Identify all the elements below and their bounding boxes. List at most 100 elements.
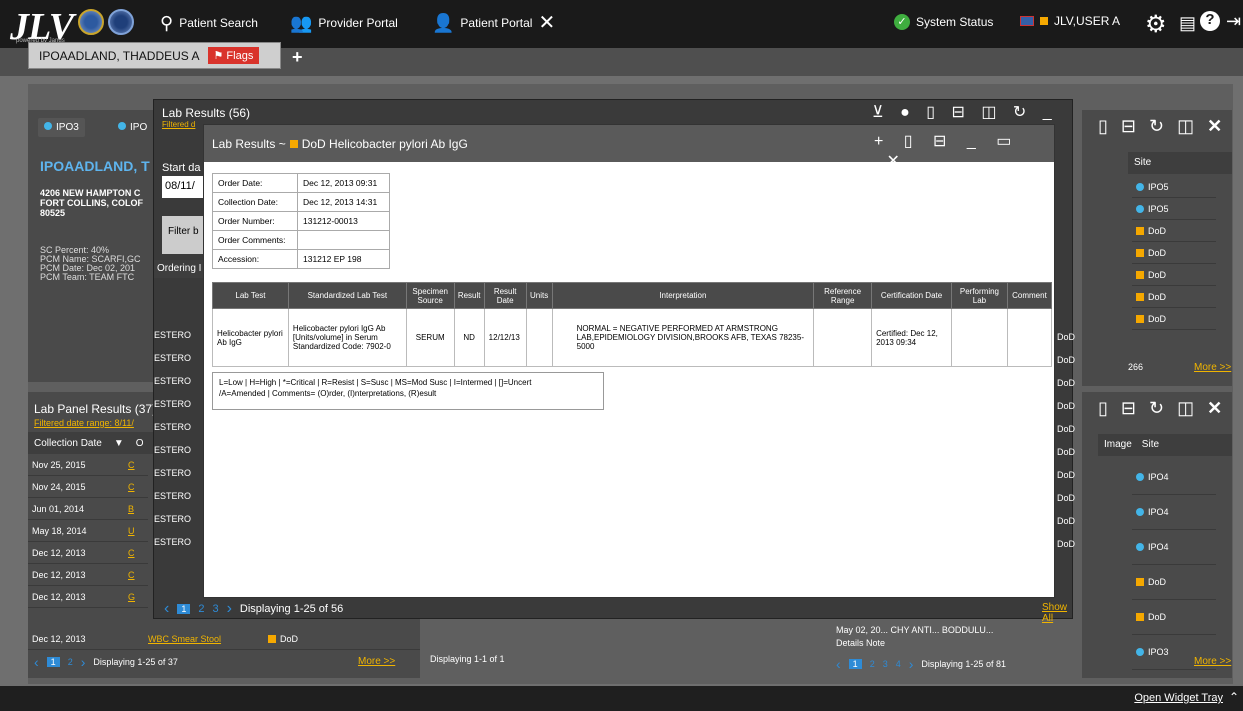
list-item[interactable]: DoD xyxy=(1132,600,1216,635)
list-item[interactable]: IPO4 xyxy=(1132,530,1216,565)
patient-tab[interactable]: IPOAADLAND, THADDEUS A ⚑ Flags xyxy=(28,42,281,69)
result-legend: L=Low | H=High | *=Critical | R=Resist |… xyxy=(212,372,604,410)
list-item[interactable]: IPO4 xyxy=(1132,495,1216,530)
list-item[interactable]: ESTERO xyxy=(154,514,210,537)
list-item[interactable]: ESTERO xyxy=(154,376,210,399)
start-date-label: Start da xyxy=(162,162,201,174)
page-2[interactable]: 2 xyxy=(68,657,73,667)
panel-rows: Nov 25, 2015 C Nov 24, 2015 C Jun 01, 2014… xyxy=(28,454,148,608)
list-item[interactable]: IPO5 xyxy=(1132,198,1216,220)
list-item[interactable]: ESTERO xyxy=(154,422,210,445)
open-widget-tray-link[interactable]: Open Widget Tray xyxy=(1134,692,1223,704)
col-ordering[interactable]: Ordering I xyxy=(154,260,210,278)
provider-icon: 👥 xyxy=(290,13,313,33)
top-bar: JLV powered by Janus ⚲ Patient Search 👥 … xyxy=(0,0,1243,48)
bottom-bar: Open Widget Tray ⌃ xyxy=(0,686,1243,711)
close-portal-icon[interactable]: ✕ xyxy=(538,13,555,33)
lab-test-table: Lab Test Standardized Lab Test Specimen … xyxy=(212,282,1053,367)
right-bottom-header: Image Site xyxy=(1098,434,1232,456)
list-item[interactable]: ESTERO xyxy=(154,537,210,560)
lab-filter-link[interactable]: Filtered d xyxy=(162,120,195,129)
show-all-link[interactable]: Show All xyxy=(1042,602,1072,624)
table-row[interactable]: Dec 12, 2013 C xyxy=(28,542,148,564)
list-item[interactable]: ESTERO xyxy=(154,468,210,491)
col-interpretation: Interpretation xyxy=(551,282,815,309)
col-reference: Reference Range xyxy=(813,282,873,309)
address-line2: FORT COLLINS, COLOF xyxy=(40,198,143,208)
middle-pagination: Displaying 1-1 of 1 xyxy=(430,654,505,664)
site-tab-ipo3[interactable]: IPO3 xyxy=(38,118,85,137)
dod-seal-icon xyxy=(108,9,134,35)
site-tab-ipo[interactable]: IPO xyxy=(112,118,153,137)
system-status-button[interactable]: ✓ System Status xyxy=(894,14,993,30)
sort-icon[interactable]: ▼ xyxy=(114,438,124,449)
patient-portal-button[interactable]: 👤 Patient Portal ✕ xyxy=(432,13,555,33)
right-top-more[interactable]: More >> xyxy=(1194,362,1231,373)
list-item[interactable]: IPO5 xyxy=(1132,176,1216,198)
patient-search-button[interactable]: ⚲ Patient Search xyxy=(160,14,258,32)
list-item[interactable]: ESTERO xyxy=(154,330,210,353)
next-page-icon[interactable]: › xyxy=(81,654,86,670)
va-seal-icon xyxy=(78,9,104,35)
list-item[interactable]: Details Note xyxy=(836,638,885,648)
table-row: Helicobacter pylori Ab IgG Helicobacter … xyxy=(212,308,1053,367)
address-line1: 4206 NEW HAMPTON C xyxy=(40,188,141,198)
col-result: Result xyxy=(453,282,485,309)
col-o: O xyxy=(135,437,144,449)
list-item[interactable]: DoD xyxy=(1132,286,1216,308)
provider-portal-button[interactable]: 👥 Provider Portal xyxy=(290,14,398,32)
list-item[interactable]: ESTERO xyxy=(154,399,210,422)
list-item[interactable]: DoD xyxy=(1132,264,1216,286)
list-item[interactable]: ESTERO xyxy=(154,491,210,514)
next-page-icon[interactable]: › xyxy=(227,600,232,618)
add-tab-icon[interactable]: + xyxy=(292,47,303,68)
person-icon: 👤 xyxy=(432,13,455,33)
flag-icon xyxy=(1020,16,1034,26)
detail-window-controls[interactable]: + ▯ ⊟ _ ▭ ✕ xyxy=(874,131,1054,171)
table-row[interactable]: Nov 25, 2015 C xyxy=(28,454,148,476)
list-item[interactable]: DoD xyxy=(1132,242,1216,264)
table-row[interactable]: Dec 12, 2013 G xyxy=(28,586,148,608)
table-row[interactable]: Jun 01, 2014 B xyxy=(28,498,148,520)
col-lab-test: Lab Test xyxy=(212,282,289,309)
widget-toolbar-icons[interactable]: ▯ ⊟ ↻ ◫ ✕ xyxy=(1098,116,1226,137)
right-top-widget: ▯ ⊟ ↻ ◫ ✕ Site IPO5 IPO5 DoD DoD DoD DoD… xyxy=(1082,110,1232,386)
list-item[interactable]: ESTERO xyxy=(154,445,210,468)
prev-page-icon[interactable]: ‹ xyxy=(836,656,841,672)
chevron-up-icon[interactable]: ⌃ xyxy=(1229,690,1239,704)
widget-toolbar-icons[interactable]: ▯ ⊟ ↻ ◫ ✕ xyxy=(1098,398,1226,419)
help-icon[interactable]: ? xyxy=(1200,11,1220,31)
list-item[interactable]: DoD xyxy=(1132,565,1216,600)
page-2[interactable]: 2 xyxy=(198,603,204,615)
col-collection-date[interactable]: Collection Date xyxy=(34,438,102,449)
notes-icon[interactable]: ▤ xyxy=(1179,13,1196,34)
list-item[interactable]: IPO4 xyxy=(1132,460,1216,495)
col-std-lab-test: Standardized Lab Test xyxy=(287,282,407,309)
detail-test-name: DoD Helicobacter pylori Ab IgG xyxy=(301,136,468,151)
dod-marker-icon xyxy=(289,139,298,148)
list-item[interactable]: DoD xyxy=(1132,220,1216,242)
list-item[interactable]: DoD xyxy=(1132,308,1216,330)
col-comment: Comment xyxy=(1006,282,1053,309)
col-site[interactable]: Site xyxy=(1128,152,1232,174)
list-item[interactable]: May 02, 20... CHY ANTI... BODDULU... xyxy=(836,625,993,635)
col-units: Units xyxy=(525,282,553,309)
right-bottom-more[interactable]: More >> xyxy=(1194,656,1231,667)
page-1[interactable]: 1 xyxy=(46,657,60,667)
table-row[interactable]: May 18, 2014 U xyxy=(28,520,148,542)
flags-button[interactable]: ⚑ Flags xyxy=(207,47,260,64)
next-page-icon[interactable]: › xyxy=(909,656,914,672)
logout-icon[interactable]: ⇥ xyxy=(1226,11,1241,32)
gear-icon[interactable]: ⚙ xyxy=(1145,10,1167,39)
list-item[interactable]: ESTERO xyxy=(154,353,210,376)
user-menu[interactable]: JLV,USER A xyxy=(1020,14,1120,28)
prev-page-icon[interactable]: ‹ xyxy=(164,600,169,618)
prev-page-icon[interactable]: ‹ xyxy=(34,654,39,670)
table-row[interactable]: Dec 12, 2013 WBC Smear Stool DoD xyxy=(28,628,420,650)
panel-more-link[interactable]: More >> xyxy=(358,656,395,667)
table-row[interactable]: Nov 24, 2015 C xyxy=(28,476,148,498)
table-row[interactable]: Dec 12, 2013 C xyxy=(28,564,148,586)
page-1[interactable]: 1 xyxy=(177,604,191,614)
page-3[interactable]: 3 xyxy=(212,603,218,615)
panel-filter-link[interactable]: Filtered date range: 8/11/ xyxy=(34,418,134,428)
